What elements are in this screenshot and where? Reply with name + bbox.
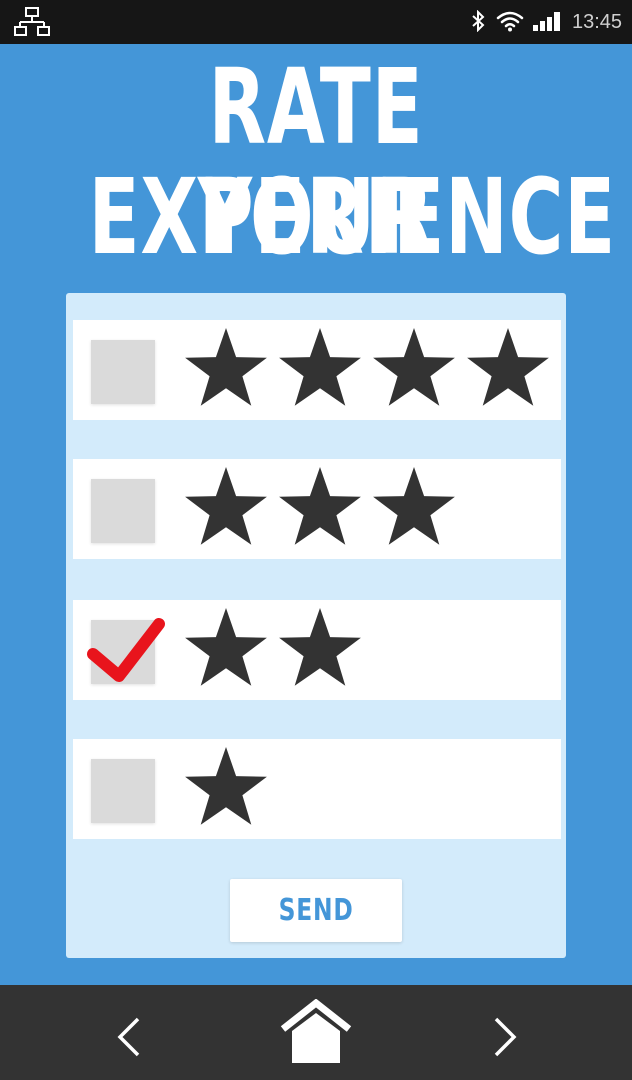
rating-option-2-stars[interactable] — [73, 600, 561, 700]
rating-checkbox-1-star[interactable] — [91, 759, 155, 823]
send-button-label: SEND — [278, 893, 354, 928]
rating-card: SEND — [66, 293, 566, 958]
star-icon — [185, 328, 267, 406]
back-icon[interactable] — [112, 1015, 146, 1059]
star-icon — [467, 328, 549, 406]
bluetooth-icon — [472, 10, 485, 32]
rating-option-4-stars[interactable] — [73, 320, 561, 420]
rating-checkbox-3-stars[interactable] — [91, 479, 155, 543]
forward-icon[interactable] — [488, 1015, 522, 1059]
status-bar: 13:45 — [0, 0, 632, 44]
status-time: 13:45 — [572, 11, 623, 33]
star-icon — [279, 608, 361, 686]
navigation-bar — [0, 985, 632, 1080]
send-button[interactable]: SEND — [230, 879, 402, 942]
wifi-icon — [496, 11, 524, 32]
star-icon — [373, 467, 455, 545]
rating-option-1-star[interactable] — [73, 739, 561, 839]
title-line-2: EXPERIENCE — [88, 156, 617, 278]
star-icon — [279, 328, 361, 406]
star-icon — [185, 467, 267, 545]
signal-icon — [533, 12, 560, 31]
network-icon — [14, 7, 50, 36]
star-icon — [185, 747, 267, 825]
star-icon — [185, 608, 267, 686]
star-icon — [279, 467, 361, 545]
star-icon — [373, 328, 455, 406]
home-icon[interactable] — [280, 999, 352, 1065]
checkmark-icon — [87, 618, 165, 682]
rating-checkbox-4-stars[interactable] — [91, 340, 155, 404]
rating-option-3-stars[interactable] — [73, 459, 561, 559]
